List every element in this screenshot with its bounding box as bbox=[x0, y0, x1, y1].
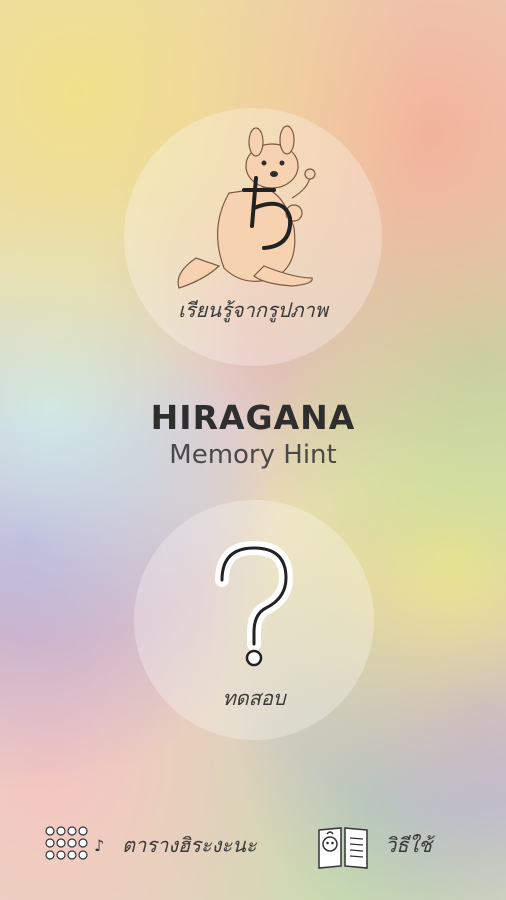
how-to-use-label: วิธีใช้ bbox=[385, 833, 432, 857]
hiragana-chart-button[interactable]: ♪ ตารางฮิระงะนะ bbox=[44, 820, 257, 870]
how-to-use-button[interactable]: วิธีใช้ bbox=[315, 820, 432, 870]
question-mark-icon bbox=[215, 540, 294, 667]
quiz-button[interactable]: ทดสอบ bbox=[134, 500, 374, 740]
learn-card-label: เรียนรู้จากรูปภาพ bbox=[178, 298, 328, 322]
kangaroo-hiragana-illustration bbox=[177, 125, 316, 289]
app-title: HIRAGANA bbox=[150, 398, 356, 437]
app-subtitle: Memory Hint bbox=[169, 440, 337, 470]
learn-from-pictures-button[interactable]: เรียนรู้จากรูปภาพ bbox=[124, 108, 382, 366]
guide-book-icon bbox=[318, 827, 368, 869]
svg-text:♪: ♪ bbox=[94, 836, 104, 855]
hiragana-chart-label: ตารางฮิระงะนะ bbox=[122, 833, 257, 857]
quiz-card-label: ทดสอบ bbox=[222, 686, 286, 710]
hiragana-chart-icon: ♪ bbox=[45, 826, 104, 860]
